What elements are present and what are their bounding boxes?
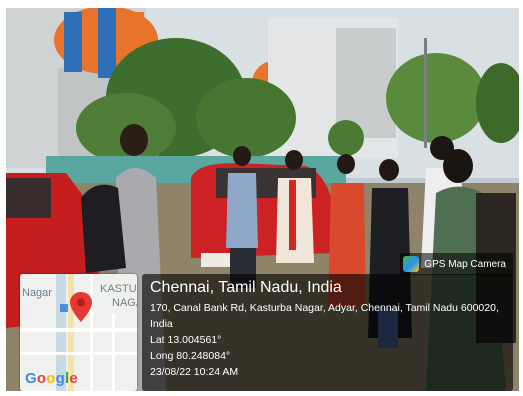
map-label-kastur: KASTUR: [100, 283, 137, 295]
photo-frame: GPS Map Camera Nagar KASTUR NAGA Google …: [6, 8, 519, 391]
map-label-naga: NAGA: [112, 297, 137, 309]
location-info-panel: Chennai, Tamil Nadu, India 170, Canal Ba…: [142, 274, 513, 391]
location-address: 170, Canal Bank Rd, Kasturba Nagar, Adya…: [150, 302, 499, 330]
longitude: Long 80.248084°: [150, 350, 231, 362]
latitude: Lat 13.004561°: [150, 334, 222, 346]
gps-map-camera-icon: [403, 256, 420, 272]
google-logo: Google: [25, 370, 78, 387]
gps-map-camera-badge: GPS Map Camera: [400, 253, 513, 275]
map-label-nagar: Nagar: [22, 287, 52, 299]
badge-label: GPS Map Camera: [424, 258, 506, 270]
date-time: 23/08/22 10:24 AM: [150, 366, 239, 378]
map-thumbnail: Nagar KASTUR NAGA Google: [20, 274, 137, 391]
location-title: Chennai, Tamil Nadu, India: [150, 279, 342, 296]
location-pin-icon: [70, 292, 92, 322]
